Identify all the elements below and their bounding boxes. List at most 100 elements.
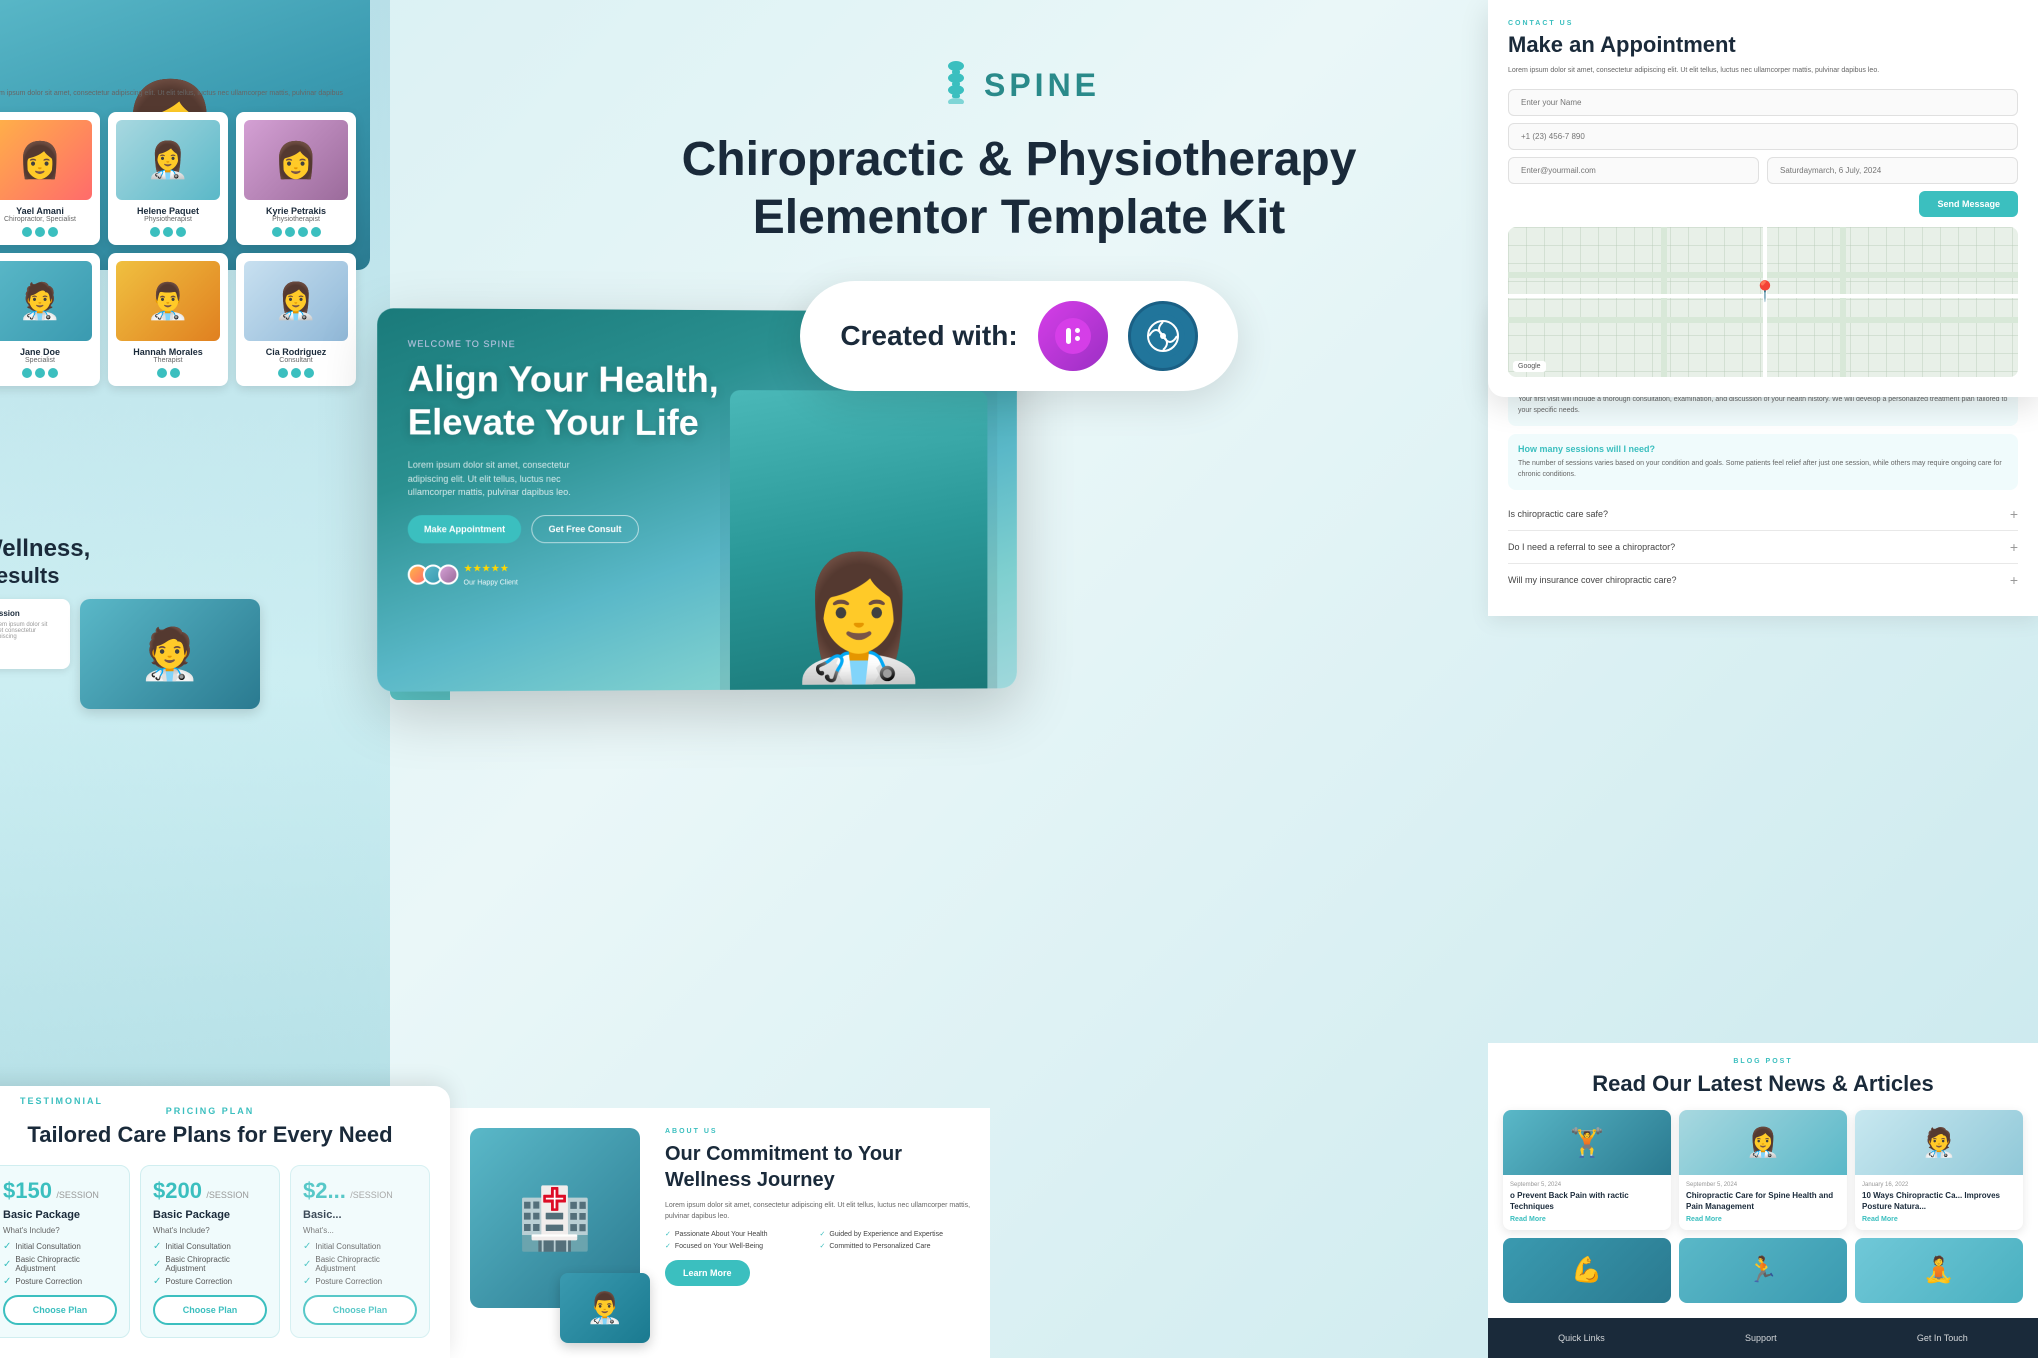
about-features-grid: ✓Passionate About Your Health ✓Guided by… <box>665 1230 970 1250</box>
pricing-cards-container: $150 /SESSION Basic Package What's Inclu… <box>0 1165 430 1338</box>
faq-question-4: Do I need a referral to see a chiropract… <box>1508 542 1675 552</box>
avatar-3 <box>438 565 458 585</box>
check-icon: ✓ <box>153 1276 161 1287</box>
news-card-thumb-1: 💪 <box>1503 1238 1671 1303</box>
appointment-submit-button[interactable]: Send Message <box>1919 191 2018 217</box>
news-read-more-3[interactable]: Read More <box>1862 1216 2016 1223</box>
mission-label: Mission <box>0 609 60 618</box>
check-icon: ✓ <box>3 1259 11 1270</box>
pricing-btn-2[interactable]: Choose Plan <box>153 1295 267 1325</box>
pricing-item-3-1: ✓Initial Consultation <box>303 1241 417 1252</box>
about-learn-more-button[interactable]: Learn More <box>665 1260 750 1286</box>
social-icon-ln <box>304 368 314 378</box>
news-label: BLOG POST <box>1503 1058 2023 1065</box>
appointment-name-input[interactable] <box>1508 89 2018 116</box>
check-icon: ✓ <box>153 1241 161 1252</box>
news-title-3: 10 Ways Chiropractic Ca... Improves Post… <box>1862 1191 2016 1212</box>
news-card-thumb-3: 🧘 <box>1855 1238 2023 1303</box>
check-icon: ✓ <box>303 1259 311 1270</box>
team-card-4: 🧑‍⚕️ Jane Doe Specialist <box>0 253 100 386</box>
about-feature-2: ✓Focused on Your Well-Being <box>665 1242 816 1250</box>
news-title-2: Chiropractic Care for Spine Health and P… <box>1686 1191 1840 1212</box>
mockup-consult-button[interactable]: Get Free Consult <box>531 515 638 543</box>
check-icon: ✓ <box>303 1241 311 1252</box>
team-social-4 <box>0 368 92 378</box>
pricing-title: Tailored Care Plans for Every Need <box>0 1121 430 1150</box>
news-date-3: January 16, 2022 <box>1862 1182 2016 1188</box>
faq-toggle-4: + <box>2010 539 2018 555</box>
news-card-1: 🏋️ September 5, 2024 o Prevent Back Pain… <box>1503 1110 1671 1230</box>
news-read-more-1[interactable]: Read More <box>1510 1216 1664 1223</box>
map-road-v1 <box>1661 227 1667 377</box>
news-image-1: 🏋️ <box>1503 1110 1671 1175</box>
created-with-badge: Created with: <box>800 281 1237 391</box>
team-photo-6: 👩‍⚕️ <box>244 261 348 341</box>
appointment-date-input[interactable] <box>1767 157 2018 184</box>
check-icon: ✓ <box>153 1259 161 1270</box>
footer-link-quick-links[interactable]: Quick Links <box>1558 1333 1605 1343</box>
team-card-6: 👩‍⚕️ Cia Rodriguez Consultant <box>236 253 356 386</box>
about-feature-1: ✓Passionate About Your Health <box>665 1230 816 1238</box>
news-grid-bottom: 💪 🏃 🧘 <box>1503 1238 2023 1303</box>
news-image-2: 👩‍⚕️ <box>1679 1110 1847 1175</box>
news-card-3: 🧑‍⚕️ January 16, 2022 10 Ways Chiropract… <box>1855 1110 2023 1230</box>
team-card-3: 👩 Kyrie Petrakis Physiotherapist <box>236 112 356 245</box>
faq-question-5: Will my insurance cover chiropractic car… <box>1508 575 1677 585</box>
team-social-1 <box>0 227 92 237</box>
check-icon: ✓ <box>820 1242 826 1250</box>
check-icon: ✓ <box>3 1276 11 1287</box>
about-image-container: 🏥 👨‍⚕️ <box>470 1128 650 1338</box>
social-icon-fb <box>150 227 160 237</box>
faq-item-2: How many sessions will I need? The numbe… <box>1508 434 2018 490</box>
pricing-btn-3[interactable]: Choose Plan <box>303 1295 417 1325</box>
pricing-package-1: Basic Package <box>3 1209 117 1221</box>
pricing-item-1-1: ✓Initial Consultation <box>3 1241 117 1252</box>
news-section: BLOG POST Read Our Latest News & Article… <box>1488 1043 2038 1318</box>
about-content: ABOUT US Our Commitment to Your Wellness… <box>665 1128 970 1338</box>
faq-item-5[interactable]: Will my insurance cover chiropractic car… <box>1508 564 2018 596</box>
footer-link-contact[interactable]: Get In Touch <box>1917 1333 1968 1343</box>
faq-item-4[interactable]: Do I need a referral to see a chiropract… <box>1508 531 2018 564</box>
team-photo-1: 👩 <box>0 120 92 200</box>
social-icon-ig <box>311 227 321 237</box>
pricing-item-2-3: ✓Posture Correction <box>153 1276 267 1287</box>
team-photo-5: 👨‍⚕️ <box>116 261 220 341</box>
faq-item-3[interactable]: Is chiropractic care safe? + <box>1508 498 2018 531</box>
pricing-period-1: /SESSION <box>56 1190 99 1200</box>
center-hero-section: SPINE Chiropractic & Physiotherapy Eleme… <box>669 0 1369 391</box>
faq-answer-1: Your first visit will include a thorough… <box>1518 395 2008 416</box>
appointment-phone-input[interactable] <box>1508 123 2018 150</box>
news-image-3: 🧑‍⚕️ <box>1855 1110 2023 1175</box>
news-title: Read Our Latest News & Articles <box>1503 1070 2023 1099</box>
appointment-contact-label: CONTACT US <box>1508 20 2018 27</box>
map-road-v2 <box>1840 227 1846 377</box>
check-icon: ✓ <box>303 1276 311 1287</box>
check-icon: ✓ <box>820 1230 826 1238</box>
news-content-1: September 5, 2024 o Prevent Back Pain wi… <box>1503 1175 1671 1230</box>
footer-link-support[interactable]: Support <box>1745 1333 1777 1343</box>
spine-logo-icon <box>938 60 974 111</box>
mockup-appointment-button[interactable]: Make Appointment <box>408 515 522 543</box>
wordpress-icon <box>1128 301 1198 371</box>
social-icon-ln <box>170 368 180 378</box>
appointment-map: 📍 Google <box>1508 227 2018 377</box>
appointment-row <box>1508 157 2018 184</box>
about-description: Lorem ipsum dolor sit amet, consectetur … <box>665 1201 970 1222</box>
appointment-title: Make an Appointment <box>1508 32 2018 58</box>
team-card-5: 👨‍⚕️ Hannah Morales Therapist <box>108 253 228 386</box>
news-read-more-2[interactable]: Read More <box>1686 1216 1840 1223</box>
wellness-image: 🧑‍⚕️ <box>80 599 260 709</box>
map-branding: Google <box>1513 361 1546 372</box>
appointment-email-input[interactable] <box>1508 157 1759 184</box>
pricing-item-1-3: ✓Posture Correction <box>3 1276 117 1287</box>
hero-title: Chiropractic & Physiotherapy Elementor T… <box>669 131 1369 246</box>
mission-box: Mission Lorem ipsum dolor sit amet conse… <box>0 599 70 669</box>
faq-toggle-5: + <box>2010 572 2018 588</box>
team-social-2 <box>116 227 220 237</box>
pricing-btn-1[interactable]: Choose Plan <box>3 1295 117 1325</box>
pricing-period-3: /SESSION <box>350 1190 393 1200</box>
pricing-package-2: Basic Package <box>153 1209 267 1221</box>
mockup-description: Lorem ipsum dolor sit amet, consectetur … <box>408 459 610 500</box>
news-grid-top: 🏋️ September 5, 2024 o Prevent Back Pain… <box>1503 1110 2023 1230</box>
elementor-icon <box>1038 301 1108 371</box>
